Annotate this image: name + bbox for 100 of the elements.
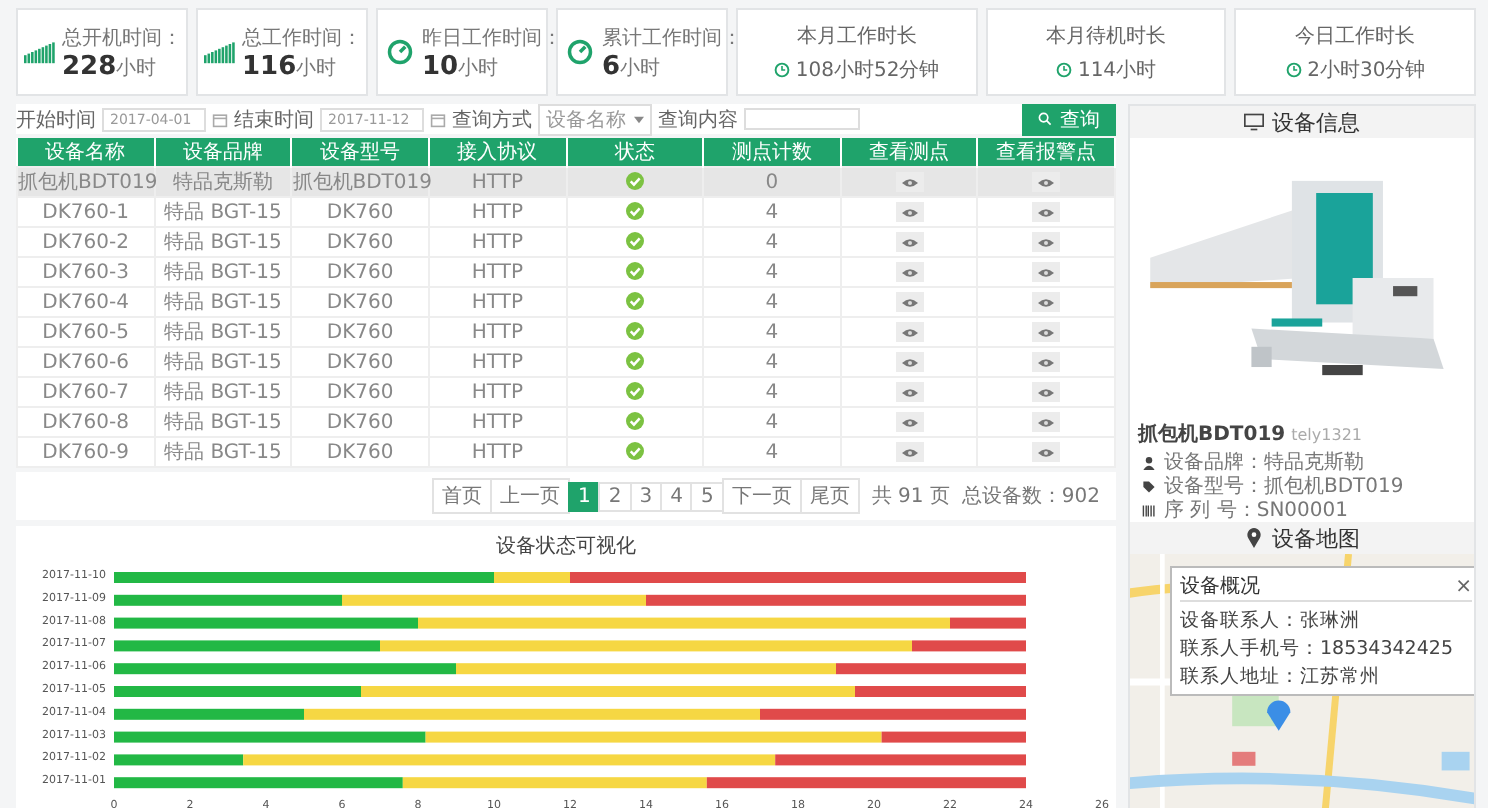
info-text: 设备品牌：特品克斯勒 [1164,449,1364,475]
eye-icon [901,207,918,217]
view-button[interactable] [1032,442,1061,462]
view-button[interactable] [1032,322,1061,342]
page-button[interactable]: 尾页 [799,478,860,514]
gauge-icon [564,38,596,66]
table-cell: DK760-8 [17,407,155,437]
view-button[interactable] [895,412,924,432]
panel-title: 设备信息 [1272,107,1360,137]
popup-text: 联系人地址：江苏常州 [1180,664,1380,690]
stat-value: 228小时 [62,51,159,81]
field-label: 开始时间 [16,107,96,133]
eye-icon [901,447,918,457]
calendar-icon[interactable] [430,111,446,127]
tag-icon [1142,479,1156,493]
clock-icon [773,61,790,77]
view-button[interactable] [1032,382,1061,402]
page-button[interactable]: 首页 [431,478,492,514]
eye-icon [1038,297,1055,307]
table-cell: 特品 BGT-15 [154,197,292,227]
eye-icon [1038,387,1055,397]
view-button[interactable] [1032,412,1061,432]
table-cell: 4 [703,407,841,437]
table-cell: 特品 BGT-15 [154,437,292,467]
eye-icon [901,357,918,367]
field-label: 查询内容 [658,107,738,133]
eye-icon [901,327,918,337]
device-code: tely1321 [1291,426,1362,444]
bar-chart-icon [24,38,56,66]
table-cell: 特品 BGT-15 [154,317,292,347]
table-cell: DK760 [291,197,429,227]
calendar-icon[interactable] [212,111,228,127]
eye-icon [901,237,918,247]
info-text: 设备型号：抓包机BDT019 [1164,473,1404,499]
stat-value: 6小时 [602,51,663,81]
table-cell: 4 [703,197,841,227]
table-cell: DK760-6 [17,347,155,377]
view-button[interactable] [895,202,924,222]
page-button[interactable]: 5 [690,481,724,511]
page-count: 共 91 页 [871,483,950,510]
duration-label: 本月待机时长 [1046,23,1166,49]
view-button[interactable] [1032,262,1061,282]
table-cell: DK760 [291,437,429,467]
view-button[interactable] [895,232,924,252]
view-button[interactable] [1032,352,1061,372]
view-button[interactable] [1032,292,1061,312]
column-header: 测点计数 [703,138,841,167]
table-cell: HTTP [428,197,566,227]
query-field[interactable] [744,108,860,130]
table-cell: 4 [703,257,841,287]
view-button[interactable] [1032,202,1061,222]
eye-icon [901,417,918,427]
table-cell: DK760 [291,317,429,347]
page-button[interactable]: 2 [598,481,632,511]
stat-label: 总开机时间： [62,25,182,51]
field-label: 查询方式 [452,107,532,133]
duration-label: 本月工作时长 [796,23,917,49]
table-cell: DK760-7 [17,377,155,407]
stat-value: 116小时 [242,51,339,81]
table-cell: HTTP [428,227,566,257]
table-cell: DK760-3 [17,257,155,287]
chart-title: 设备状态可视化 [496,533,636,560]
field-label: 结束时间 [234,107,314,133]
clock-icon [1285,61,1302,77]
person-icon [1142,455,1156,469]
column-header: 状态 [566,138,704,167]
mode-select[interactable]: 设备名称 [538,103,652,135]
view-button[interactable] [1032,172,1061,192]
eye-icon [1038,447,1055,457]
search-button[interactable]: 查询 [1022,103,1116,135]
duration-value: 108小时52分钟 [795,57,940,83]
page-button[interactable]: 4 [660,481,693,511]
eye-icon [1038,237,1055,247]
table-cell: HTTP [428,377,566,407]
view-button[interactable] [1032,232,1061,252]
caret-icon [634,115,644,123]
column-header: 查看测点 [840,138,978,167]
eye-icon [901,387,918,397]
close-button[interactable]: × [1455,572,1472,600]
panel-title: 设备地图 [1272,523,1360,553]
table-cell: 特品 BGT-15 [154,227,292,257]
view-button[interactable] [895,172,924,192]
page-button[interactable]: 下一页 [721,478,802,514]
table-cell: 特品 BGT-15 [154,287,292,317]
duration-value: 2小时30分钟 [1307,57,1426,83]
table-cell: 抓包机BDT019 [291,167,429,197]
stat-label: 昨日工作时间： [422,25,562,51]
page-button[interactable]: 上一页 [489,478,570,514]
view-button[interactable] [895,382,924,402]
view-button[interactable] [895,262,924,282]
view-button[interactable] [895,442,924,462]
info-text: 序 列 号：SN00001 [1164,497,1348,524]
table-cell: 4 [703,317,841,347]
view-button[interactable] [895,322,924,342]
table-cell: 4 [703,287,841,317]
view-button[interactable] [895,352,924,372]
table-cell: HTTP [428,287,566,317]
column-header: 设备型号 [291,138,429,167]
view-button[interactable] [895,292,924,312]
table-cell: DK760 [291,287,429,317]
